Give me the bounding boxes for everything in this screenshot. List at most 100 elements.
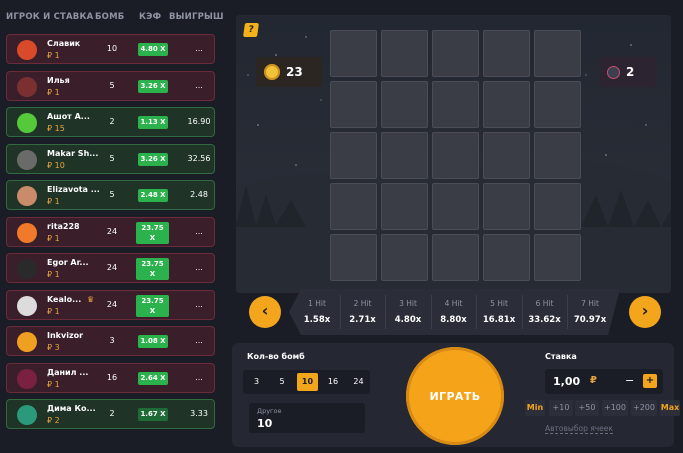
bombs-value: 2 bbox=[109, 117, 115, 126]
bomb-option-10[interactable]: 10 bbox=[297, 373, 318, 391]
win-value: 3.33 bbox=[190, 409, 208, 418]
bomb-option-5[interactable]: 5 bbox=[272, 373, 293, 391]
chip-button[interactable]: +10 bbox=[549, 400, 573, 416]
bombs-value: 10 bbox=[106, 44, 118, 53]
tile[interactable] bbox=[534, 183, 581, 230]
chip-button[interactable]: +200 bbox=[631, 400, 657, 416]
avatar bbox=[17, 222, 37, 243]
coef-badge: 23.75 X bbox=[136, 221, 169, 244]
minus-button[interactable]: − bbox=[625, 374, 634, 387]
player-bet: ₽ 1 bbox=[47, 270, 60, 279]
tile[interactable] bbox=[483, 132, 530, 179]
tile[interactable] bbox=[432, 81, 479, 128]
play-button[interactable]: ИГРАТЬ bbox=[406, 347, 504, 445]
coef-badge: 23.75 X bbox=[136, 258, 169, 280]
player-row: Egor Ar... ₽ 1 24 23.75 X... bbox=[6, 253, 215, 283]
bomb-option-3[interactable]: 3 bbox=[246, 373, 267, 391]
hit-label: 6 Hit bbox=[535, 299, 554, 308]
player-name: Данил ... bbox=[47, 367, 89, 377]
chip-button[interactable]: +100 bbox=[602, 400, 628, 416]
bet-input-box: 1,00 ₽ − + bbox=[545, 369, 663, 394]
hit-label: 7 Hit bbox=[581, 299, 599, 308]
chip-button[interactable]: Min bbox=[525, 400, 545, 416]
next-button[interactable]: › bbox=[629, 296, 661, 328]
bomb-count-label: Кол-во бомб bbox=[247, 352, 305, 361]
avatar bbox=[17, 295, 37, 316]
player-name: Илья bbox=[47, 75, 70, 85]
player-row: Ашот А... ₽ 15 2 1.13 X 16.90 bbox=[6, 107, 215, 137]
tile[interactable] bbox=[483, 234, 530, 281]
tile[interactable] bbox=[381, 234, 428, 281]
plus-button[interactable]: + bbox=[643, 374, 657, 388]
bombs-value: 16 bbox=[106, 372, 118, 382]
coef-badge: 1.67 X bbox=[138, 408, 168, 421]
player-bet: ₽ 2 bbox=[47, 416, 60, 425]
divider bbox=[476, 295, 477, 329]
avatar bbox=[17, 149, 37, 170]
coef-badge: 4.80 X bbox=[138, 43, 168, 56]
tile[interactable] bbox=[330, 81, 377, 128]
auto-select-link[interactable]: Автовыбор ячеек bbox=[545, 424, 613, 434]
win-value: ... bbox=[195, 44, 203, 53]
tile[interactable] bbox=[483, 183, 530, 230]
gems-count: 23 bbox=[286, 65, 303, 79]
win-value: ... bbox=[195, 80, 203, 90]
help-button[interactable]: ? bbox=[243, 23, 259, 37]
coef-badge: 23.75 X bbox=[136, 294, 169, 317]
win-value: 2.48 bbox=[190, 190, 208, 199]
player-name: Славик bbox=[47, 39, 81, 48]
divider bbox=[431, 295, 432, 329]
tile[interactable] bbox=[381, 81, 428, 128]
tile[interactable] bbox=[330, 183, 377, 230]
player-bet: ₽ 1 bbox=[47, 197, 60, 206]
other-input-box[interactable]: Другое 10 bbox=[249, 403, 365, 433]
bomb-option-16[interactable]: 16 bbox=[323, 373, 344, 391]
tile[interactable] bbox=[330, 132, 377, 179]
tile[interactable] bbox=[330, 30, 377, 77]
bet-value[interactable]: 1,00 bbox=[553, 375, 580, 388]
tile[interactable] bbox=[432, 183, 479, 230]
tile[interactable] bbox=[483, 81, 530, 128]
player-bet: ₽ 10 bbox=[47, 160, 65, 170]
prev-button[interactable]: ‹ bbox=[249, 296, 281, 328]
player-bet: ₽ 1 bbox=[47, 51, 60, 60]
player-bet: ₽ 3 bbox=[47, 343, 60, 352]
chip-button[interactable]: +50 bbox=[575, 400, 599, 416]
hit-label: 1 Hit bbox=[308, 299, 326, 308]
tile[interactable] bbox=[432, 234, 479, 281]
tile[interactable] bbox=[432, 132, 479, 179]
win-value: ... bbox=[195, 336, 203, 345]
header-coef: КЭФ bbox=[139, 12, 162, 22]
avatar bbox=[17, 40, 37, 60]
win-value: ... bbox=[195, 372, 203, 382]
multiplier-item: 3 Hit 4.80x bbox=[386, 289, 430, 335]
hit-label: 4 Hit bbox=[444, 299, 463, 308]
tile[interactable] bbox=[534, 234, 581, 281]
coef-badge: 2.48 X bbox=[138, 189, 168, 202]
player-name: Makar Sh... bbox=[47, 148, 99, 158]
divider bbox=[522, 295, 523, 329]
bomb-count-options: 3 5 10 16 24 bbox=[243, 370, 370, 394]
multiplier-item: 1 Hit 1.58x bbox=[295, 289, 339, 335]
tile[interactable] bbox=[534, 30, 581, 77]
player-name: Kealo... bbox=[47, 294, 82, 304]
tile[interactable] bbox=[381, 30, 428, 77]
avatar bbox=[17, 186, 37, 206]
tile[interactable] bbox=[432, 30, 479, 77]
tile[interactable] bbox=[330, 234, 377, 281]
tile[interactable] bbox=[381, 183, 428, 230]
tile[interactable] bbox=[483, 30, 530, 77]
coef-badge: 3.26 X bbox=[138, 79, 168, 93]
player-row: Дима Ко... ₽ 2 2 1.67 X 3.33 bbox=[6, 399, 215, 429]
tile[interactable] bbox=[534, 132, 581, 179]
player-name: Ашот А... bbox=[47, 112, 90, 121]
bet-label: Ставка bbox=[545, 352, 577, 361]
win-value: ... bbox=[195, 226, 203, 236]
player-name: rita228 bbox=[47, 221, 80, 231]
bomb-option-24[interactable]: 24 bbox=[348, 373, 369, 391]
coef-badge: 1.13 X bbox=[138, 116, 168, 129]
tile[interactable] bbox=[381, 132, 428, 179]
tile[interactable] bbox=[534, 81, 581, 128]
chip-button[interactable]: Max bbox=[660, 400, 680, 416]
win-value: ... bbox=[195, 263, 203, 272]
